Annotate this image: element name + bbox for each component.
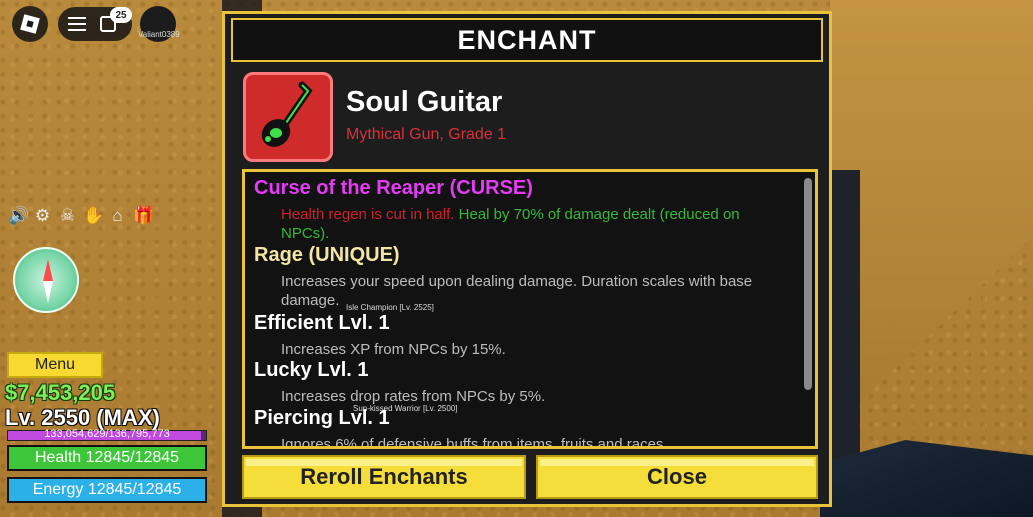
health-bar: Health 12845/12845 — [7, 445, 207, 471]
reroll-enchants-button[interactable]: Reroll Enchants — [242, 455, 526, 499]
enchant-title: Rage (UNIQUE) — [254, 244, 400, 266]
scrollbar[interactable] — [804, 178, 812, 390]
enchant-panel: ENCHANT Soul Guitar Mythical Gun, Grade … — [222, 11, 832, 507]
speaker-icon[interactable]: 🔊 — [8, 206, 29, 226]
list-item: Rage (UNIQUE) — [254, 244, 400, 267]
enchant-title: Efficient Lvl. 1 — [254, 312, 390, 334]
list-item: Piercing Lvl. 1 — [254, 407, 390, 430]
reroll-label: Reroll Enchants — [300, 464, 468, 489]
enchant-description: Health regen is cut in half. Heal by 70%… — [281, 205, 781, 243]
compass-icon[interactable] — [13, 247, 79, 313]
gear-icon[interactable]: ⚙ — [33, 206, 52, 226]
notification-badge: 25 — [110, 7, 132, 23]
list-item: Curse of the Reaper (CURSE) — [254, 177, 533, 200]
list-item: Efficient Lvl. 1 — [254, 312, 390, 335]
enchant-description: Ignores 6% of defensive buffs from items… — [281, 436, 668, 449]
xp-text: 133,054,629/136,795,773 — [44, 428, 170, 440]
side-icon-row: 🔊 ⚙ ☠ ✋ ⌂ 🎁 — [8, 206, 154, 226]
roblox-menu-button[interactable] — [12, 6, 48, 42]
item-icon — [243, 72, 333, 162]
hands-icon[interactable]: ✋ — [83, 206, 104, 226]
item-name: Soul Guitar — [346, 86, 503, 118]
enchant-title: Curse of the Reaper (CURSE) — [254, 177, 533, 199]
close-button[interactable]: Close — [536, 455, 818, 499]
roblox-logo-icon — [20, 14, 40, 34]
item-rarity: Mythical Gun, Grade 1 — [346, 126, 507, 143]
pirate-flag-icon[interactable]: ☠ — [58, 206, 77, 226]
enchant-description: Increases XP from NPCs by 15%. — [281, 341, 506, 358]
hamburger-icon[interactable] — [68, 17, 86, 31]
enchant-title: Lucky Lvl. 1 — [254, 359, 369, 381]
npc-nameplate: Isle Champion [Lv. 2525] — [346, 303, 434, 312]
money-display: $7,453,205 — [5, 380, 116, 405]
wall — [830, 0, 1033, 430]
energy-bar: Energy 12845/12845 — [7, 477, 207, 503]
username-label: Valiant0389 — [138, 30, 180, 39]
compass-needle-north — [43, 259, 53, 281]
menu-button[interactable]: Menu — [7, 352, 103, 378]
list-item: Lucky Lvl. 1 — [254, 359, 369, 382]
compass-needle-south — [43, 281, 53, 303]
enchant-title: Piercing Lvl. 1 — [254, 407, 390, 429]
panel-title: ENCHANT — [231, 18, 823, 62]
enchant-list[interactable]: Curse of the Reaper (CURSE) Health regen… — [242, 169, 818, 449]
gift-icon[interactable]: 🎁 — [133, 206, 154, 226]
curse-penalty-text: Health regen is cut in half. — [281, 206, 455, 223]
home-icon[interactable]: ⌂ — [108, 206, 127, 226]
close-label: Close — [647, 464, 707, 489]
soul-guitar-icon — [261, 81, 313, 147]
